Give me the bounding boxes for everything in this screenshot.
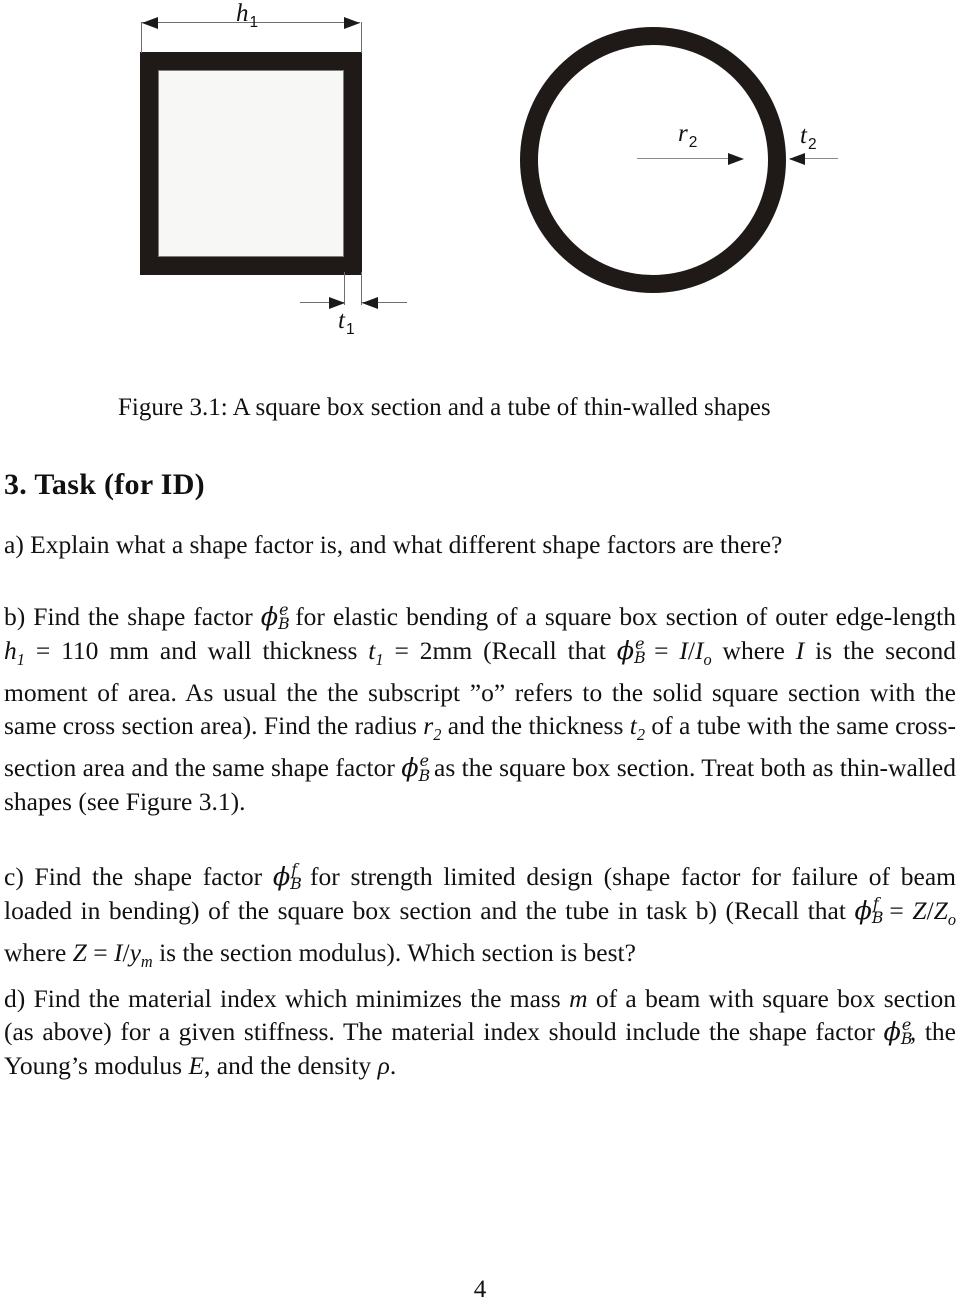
phi-glyph: ϕ bbox=[272, 862, 291, 892]
phi-glyph: ϕ bbox=[854, 896, 872, 926]
tube-section-outer-wall bbox=[520, 27, 786, 293]
y-variable: y bbox=[129, 938, 141, 968]
Z-variable: Z bbox=[912, 896, 927, 925]
h1-extension-line-right bbox=[361, 22, 362, 53]
t1-arrowhead-left-icon bbox=[362, 297, 378, 309]
section-heading: 3. Task (for ID) bbox=[4, 468, 205, 501]
h1-variable-subscript: 1 bbox=[16, 650, 25, 670]
r2-subscript: 2 bbox=[688, 134, 698, 151]
square-box-section-inner-cavity bbox=[158, 70, 344, 257]
slash-1: / bbox=[687, 636, 695, 665]
phi-elastic-B-3: ϕeB bbox=[401, 751, 430, 785]
task-c-seg6: is the section modulus). Which section i… bbox=[152, 938, 636, 968]
h1-symbol: h bbox=[236, 0, 249, 27]
task-a-text: a) Explain what a shape factor is, and w… bbox=[4, 530, 783, 559]
h1-variable: h bbox=[4, 636, 17, 665]
I-variable: I bbox=[679, 636, 688, 665]
task-b-seg2: for elastic bending of a square box sect… bbox=[287, 602, 956, 631]
page-number: 4 bbox=[473, 1276, 487, 1303]
t2-arrowhead-left-icon bbox=[789, 153, 805, 165]
ym-subscript: m bbox=[140, 952, 153, 972]
phi-glyph: ϕ bbox=[883, 1017, 901, 1047]
r2-symbol: r bbox=[678, 120, 688, 147]
phi-glyph: ϕ bbox=[616, 636, 635, 666]
t2-subscript: 2 bbox=[807, 136, 817, 153]
task-b-seg8: and the thickness bbox=[441, 711, 630, 741]
task-d-seg1: d) Find the material index which minimiz… bbox=[4, 984, 570, 1013]
phi-subscript: B bbox=[900, 1029, 913, 1049]
task-a-paragraph: a) Explain what a shape factor is, and w… bbox=[4, 528, 956, 561]
Z-variable-2: Z bbox=[72, 938, 87, 968]
I-variable-2: I bbox=[795, 636, 805, 665]
task-b-seg6: where bbox=[711, 636, 796, 665]
h1-dimension-label: h1 bbox=[236, 0, 258, 32]
task-d-paragraph: d) Find the material index which minimiz… bbox=[4, 982, 956, 1082]
m-variable: m bbox=[569, 984, 588, 1013]
Io-subscript: o bbox=[703, 650, 712, 670]
task-b-seg4: = 2mm (Recall that bbox=[383, 636, 617, 665]
E-variable: E bbox=[188, 1051, 205, 1080]
figure-caption: Figure 3.1: A square box section and a t… bbox=[118, 394, 771, 421]
task-c-seg4: where bbox=[4, 938, 73, 968]
task-c-paragraph: c) Find the shape factor ϕfB for strengt… bbox=[4, 860, 956, 978]
phi-subscript: B bbox=[278, 614, 290, 634]
phi-subscript: B bbox=[290, 874, 302, 894]
phi-failure-B-1: ϕfB bbox=[272, 860, 302, 894]
Zo-subscript: o bbox=[947, 910, 956, 930]
phi-subscript: B bbox=[871, 908, 884, 928]
rho-variable: ρ bbox=[377, 1051, 390, 1080]
phi-elastic-B-1: ϕeB bbox=[260, 600, 290, 634]
t2-symbol: t bbox=[800, 122, 807, 149]
task-c-seg1: c) Find the shape factor bbox=[4, 862, 273, 891]
task-b-seg1: b) Find the shape factor bbox=[4, 602, 261, 631]
phi-glyph: ϕ bbox=[401, 753, 419, 784]
slash-c2: / bbox=[122, 938, 130, 968]
slash-c1: / bbox=[926, 896, 934, 925]
phi-failure-B-2: ϕfB bbox=[854, 894, 884, 928]
I-variable-c: I bbox=[114, 938, 123, 968]
r2-dimension-line bbox=[637, 158, 742, 159]
h1-subscript: 1 bbox=[249, 14, 259, 31]
square-box-section-outer-wall bbox=[140, 52, 362, 275]
t2-dimension-label: t2 bbox=[800, 122, 817, 154]
r2-dimension-label: r2 bbox=[678, 120, 697, 152]
h1-arrowhead-left-icon bbox=[142, 17, 158, 29]
t1-variable-subscript: 1 bbox=[375, 650, 384, 670]
phi-elastic-B-d: ϕeB bbox=[883, 1015, 912, 1049]
r2-arrowhead-right-icon bbox=[728, 153, 744, 165]
t2-variable: t bbox=[629, 711, 637, 741]
r2-variable: r bbox=[423, 711, 434, 741]
figure-3-1: h1 t1 r2 t2 bbox=[0, 0, 960, 380]
phi-elastic-B-2: ϕeB bbox=[616, 634, 646, 668]
Zo-variable: Z bbox=[933, 896, 948, 925]
task-c-seg3: = bbox=[880, 896, 913, 925]
phi-subscript: B bbox=[418, 765, 431, 785]
task-c-seg5: = bbox=[86, 938, 114, 968]
phi-subscript: B bbox=[634, 648, 646, 668]
t1-symbol: t bbox=[338, 307, 345, 334]
task-b-seg3: = 110 mm and wall thickness bbox=[24, 636, 369, 665]
task-d-seg5: . bbox=[389, 1051, 397, 1080]
t1-dimension-label: t1 bbox=[338, 307, 355, 339]
task-b-paragraph: b) Find the shape factor ϕeB for elastic… bbox=[4, 600, 956, 818]
phi-glyph: ϕ bbox=[260, 602, 279, 632]
task-b-seg5: = bbox=[643, 636, 680, 665]
t1-subscript: 1 bbox=[345, 321, 355, 338]
t2-variable-subscript: 2 bbox=[636, 725, 646, 745]
h1-arrowhead-right-icon bbox=[344, 17, 360, 29]
task-d-seg4: , and the density bbox=[204, 1051, 378, 1080]
